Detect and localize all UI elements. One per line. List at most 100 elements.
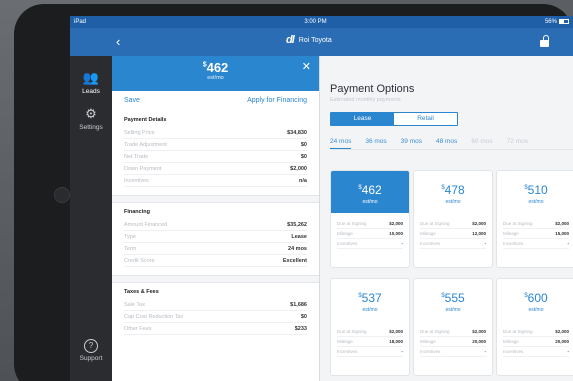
section-title: Taxes & Fees	[124, 289, 159, 295]
row-label: Other Fees	[124, 325, 152, 332]
row-label: Incentives	[124, 177, 149, 184]
panel-per: est/mo	[207, 75, 224, 81]
row-value: $35,262	[287, 221, 307, 228]
card-est: est/mo	[362, 199, 378, 205]
card-header: $478 est/mo	[414, 171, 492, 213]
panel-amount: $462	[112, 60, 319, 75]
card-price-value: 600	[527, 291, 548, 305]
row-value: 15,000	[555, 231, 569, 236]
row-value: $1,686	[290, 301, 307, 308]
card-header: $510 est/mo	[497, 171, 573, 213]
row-value: $233	[294, 325, 307, 332]
row-value: $0	[300, 313, 307, 320]
payment-option-card[interactable]: $510 est/mo Due at Signing $2,000 Mileage 15,…	[496, 170, 573, 268]
card-row: Mileage 20,000	[420, 337, 486, 347]
row-value: $2,000	[555, 221, 569, 226]
payment-option-card[interactable]: $478 est/mo Due at Signing $2,000 Mileage 12,…	[413, 170, 493, 268]
row-value: $0	[300, 153, 307, 160]
row-label: Amount Financed	[124, 221, 168, 228]
row-value: -	[401, 241, 404, 246]
rail-item-leads[interactable]: 👥 Leads	[70, 70, 112, 95]
page-title: Payment Options	[330, 83, 415, 95]
page-subtitle: Estimated monthly payments	[330, 97, 401, 103]
term-tab[interactable]: 39 mos	[401, 138, 422, 149]
card-rows: Due at Signing $2,000 Mileage 18,000 Incenti…	[331, 321, 409, 357]
rail-item-support[interactable]: ? Support	[70, 339, 112, 362]
rail-item-settings[interactable]: ⚙ Settings	[70, 106, 112, 131]
payment-option-card[interactable]: $537 est/mo Due at Signing $2,000 Mileage 18,…	[330, 278, 410, 376]
row-label: Due at Signing	[337, 221, 367, 226]
card-price-value: 555	[444, 291, 465, 305]
lease-retail-toggle: Lease Retail	[330, 112, 458, 126]
close-icon[interactable]: ✕	[302, 60, 311, 73]
card-header: $537 est/mo	[331, 279, 409, 321]
rail-label-leads: Leads	[82, 88, 100, 95]
row-label: Due at Signing	[420, 221, 450, 226]
row-label: Due at Signing	[420, 329, 450, 334]
card-row: Incentives -	[503, 239, 569, 249]
row-label: Down Payment	[124, 165, 162, 172]
card-price-value: 478	[444, 183, 465, 197]
payment-option-card[interactable]: $462 est/mo Due at Signing $2,000 Mileage 10,…	[330, 170, 410, 268]
taxes-section: Taxes & Fees Sale Tax $1,686 Cap Cost Red…	[112, 289, 319, 335]
row-label: Incentives	[337, 349, 358, 354]
card-row: Mileage 15,000	[503, 229, 569, 239]
rail-label-support: Support	[79, 355, 103, 362]
apply-financing-button[interactable]: Apply for Financing	[247, 97, 307, 105]
panel-actions: Save Apply for Financing	[112, 91, 319, 111]
detail-row: Type Lease	[124, 231, 307, 243]
card-row: Due at Signing $2,000	[420, 327, 486, 337]
term-tab[interactable]: 24 mos	[330, 138, 352, 149]
row-value: $2,000	[472, 329, 486, 334]
save-button[interactable]: Save	[124, 97, 140, 105]
nav-bar: ‹ dl Roi Toyota	[70, 28, 573, 56]
help-icon: ?	[84, 339, 98, 353]
term-tab[interactable]: 72 mos	[507, 138, 528, 149]
card-row: Due at Signing $2,000	[420, 219, 486, 229]
payment-option-card[interactable]: $555 est/mo Due at Signing $2,000 Mileage 20,…	[413, 278, 493, 376]
row-value: $2,000	[555, 329, 569, 334]
term-tab[interactable]: 36 mos	[365, 138, 386, 149]
card-rows: Due at Signing $2,000 Mileage 15,000 Incenti…	[497, 213, 573, 249]
detail-row: Credit Score Excellent	[124, 255, 307, 267]
status-bar: iPad 3:00 PM 56%	[70, 16, 573, 28]
battery-percent: 56%	[544, 19, 557, 26]
row-value: -	[567, 349, 570, 354]
payment-option-card[interactable]: $600 est/mo Due at Signing $2,000 Mileage 20,…	[496, 278, 573, 376]
term-tab[interactable]: 48 mos	[436, 138, 457, 149]
unlock-icon[interactable]	[540, 35, 550, 47]
card-rows: Due at Signing $2,000 Mileage 20,000 Incenti…	[414, 321, 492, 357]
battery-icon	[558, 18, 569, 24]
brand: dl Roi Toyota	[286, 34, 332, 46]
row-label: Mileage	[337, 231, 353, 236]
tab-retail[interactable]: Retail	[394, 113, 457, 125]
card-rows: Due at Signing $2,000 Mileage 10,000 Incenti…	[331, 213, 409, 249]
row-value: 24 mos	[288, 245, 307, 252]
row-label: Incentives	[337, 241, 358, 246]
card-price: $462	[331, 183, 409, 197]
gear-icon: ⚙	[85, 106, 97, 121]
panel-amount-value: 462	[206, 60, 229, 75]
row-value: $2,000	[389, 221, 403, 226]
row-label: Type	[124, 233, 136, 240]
device-label: iPad	[74, 19, 87, 25]
side-rail: 👥 Leads ⚙ Settings ? Support	[70, 56, 112, 381]
row-label: Mileage	[503, 339, 519, 344]
card-row: Due at Signing $2,000	[503, 219, 569, 229]
card-row: Due at Signing $2,000	[503, 327, 569, 337]
tab-lease[interactable]: Lease	[331, 113, 394, 125]
card-price-value: 462	[361, 183, 382, 197]
back-chevron-icon[interactable]: ‹	[116, 34, 120, 49]
row-label: Mileage	[337, 339, 353, 344]
card-price: $537	[331, 291, 409, 305]
row-label: Mileage	[420, 231, 436, 236]
dealer-logo: dl	[286, 34, 295, 46]
card-est: est/mo	[445, 307, 461, 313]
term-tab[interactable]: 60 mos	[471, 138, 492, 149]
row-value: 20,000	[472, 339, 486, 344]
card-price-value: 537	[361, 291, 382, 305]
card-row: Incentives -	[503, 347, 569, 357]
row-label: Incentives	[420, 349, 441, 354]
row-value: n/a	[299, 177, 307, 184]
card-header: $462 est/mo	[331, 171, 409, 213]
